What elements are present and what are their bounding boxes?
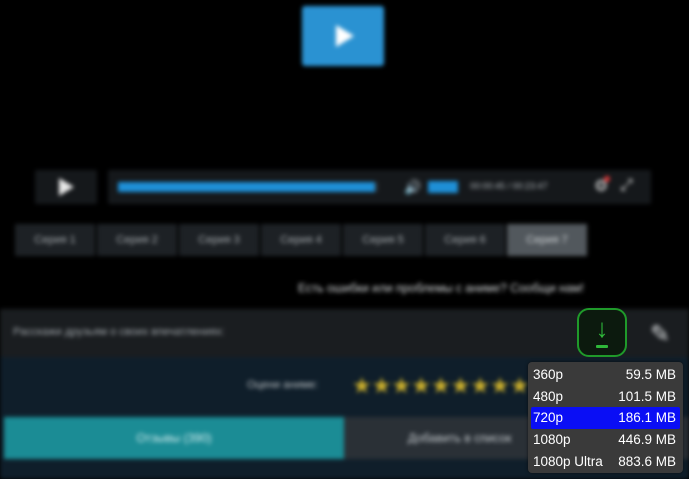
settings-badge <box>604 176 610 182</box>
control-play-button[interactable] <box>35 170 97 204</box>
video-player[interactable]: 🔊 00:00:45 / 00:23:47 ⚙ ⤢ <box>0 0 689 262</box>
star-rating[interactable]: ★★★★★★★★★★ <box>352 373 549 399</box>
quality-label: 720p <box>533 410 564 426</box>
progress-fill <box>118 182 376 192</box>
big-play-button[interactable] <box>302 6 384 66</box>
download-button[interactable]: ↓ <box>577 308 627 357</box>
rating-label: Оцени аниме: <box>247 379 319 391</box>
episode-tab[interactable]: Серия 6 <box>425 224 505 256</box>
quality-label: 480p <box>533 388 564 404</box>
fullscreen-icon[interactable]: ⤢ <box>620 177 633 195</box>
quality-size: 101.5 MB <box>618 388 676 404</box>
star-icon[interactable]: ★ <box>510 373 530 398</box>
quality-option[interactable]: 1080p 446.9 MB <box>531 429 680 451</box>
episode-tab[interactable]: Серия 3 <box>179 224 259 256</box>
star-icon[interactable]: ★ <box>411 373 431 398</box>
quality-label: 1080p <box>533 432 571 448</box>
quality-menu: 360p 59.5 MB 480p 101.5 MB 720p 186.1 MB 1080p… <box>528 362 683 473</box>
download-icon-base <box>596 345 608 348</box>
star-icon[interactable]: ★ <box>391 373 411 398</box>
star-icon[interactable]: ★ <box>451 373 471 398</box>
star-icon[interactable]: ★ <box>372 373 392 398</box>
player-controls: 🔊 00:00:45 / 00:23:47 ⚙ ⤢ <box>108 170 651 204</box>
reviews-button[interactable]: Отзывы (390) <box>4 417 344 459</box>
progress-bar[interactable] <box>118 182 378 192</box>
episode-tab[interactable]: Серия 2 <box>97 224 177 256</box>
quality-size: 883.6 MB <box>618 453 676 469</box>
star-icon[interactable]: ★ <box>431 373 451 398</box>
star-icon[interactable]: ★ <box>352 373 372 398</box>
episode-tab[interactable]: Серия 7 <box>507 224 587 256</box>
quality-label: 1080p Ultra <box>533 453 603 469</box>
download-icon: ↓ <box>595 313 609 343</box>
volume-slider[interactable] <box>428 181 458 193</box>
star-icon[interactable]: ★ <box>490 373 510 398</box>
episode-tab[interactable]: Серия 5 <box>343 224 423 256</box>
quality-option[interactable]: 720p 186.1 MB <box>531 407 680 429</box>
quality-size: 186.1 MB <box>618 410 676 426</box>
eraser-icon[interactable]: ✎ <box>640 318 680 352</box>
time-display: 00:00:45 / 00:23:47 <box>470 181 548 191</box>
share-text: Расскажи друзьям о своих впечатлениях: <box>13 326 225 338</box>
report-error-link[interactable]: Есть ошибки или проблемы с аниме? Сообщи… <box>298 281 584 295</box>
quality-size: 59.5 MB <box>625 367 676 383</box>
play-icon <box>59 178 74 196</box>
episode-list: Серия 1 Серия 2 Серия 3 Серия 4 Серия 5 Серия… <box>15 224 590 257</box>
episode-tab[interactable]: Серия 4 <box>261 224 341 256</box>
quality-option[interactable]: 480p 101.5 MB <box>531 386 680 408</box>
quality-option[interactable]: 360p 59.5 MB <box>531 364 680 386</box>
quality-label: 360p <box>533 367 564 383</box>
star-icon[interactable]: ★ <box>470 373 490 398</box>
play-icon <box>336 25 354 47</box>
episode-tab[interactable]: Серия 1 <box>15 224 95 256</box>
quality-option[interactable]: 1080p Ultra 883.6 MB <box>531 450 680 472</box>
volume-icon[interactable]: 🔊 <box>404 179 421 196</box>
quality-size: 446.9 MB <box>618 432 676 448</box>
